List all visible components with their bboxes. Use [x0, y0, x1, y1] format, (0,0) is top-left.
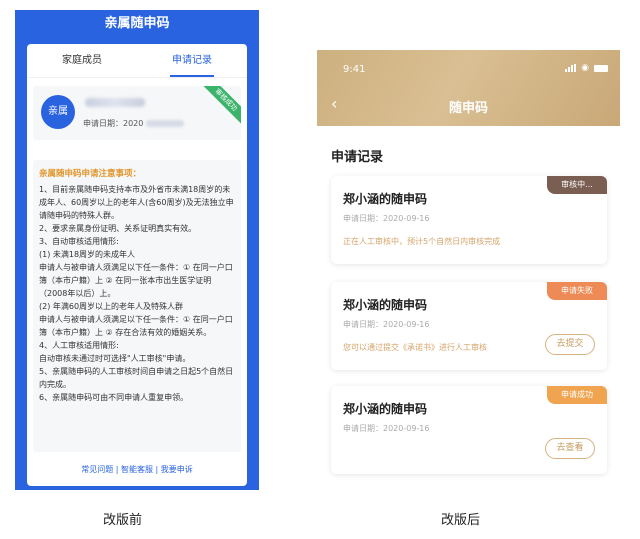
tab-application-records[interactable]: 申请记录	[137, 44, 247, 77]
record-date: 申请日期：2020-09-16	[343, 320, 430, 329]
footer-links[interactable]: 常见问题 | 智能客服 | 我要申诉	[27, 464, 247, 475]
record-date: 申请日期：2020-09-16	[343, 214, 430, 223]
wifi-icon: ◉	[581, 63, 589, 73]
notice-line: (1) 未满18周岁的未成年人	[39, 250, 136, 259]
after-screen: 9:41 ◉ ‹ 随申码 申请记录 郑小涵的随申码 申请日期：2020-09-1…	[317, 50, 620, 482]
notice-line: 自动审核未通过时可选择"人工审核"申请。	[39, 354, 191, 363]
blurred-name	[85, 98, 145, 107]
battery-icon	[594, 64, 608, 72]
blurred-date	[145, 120, 184, 127]
status-badge: 申请失败	[547, 282, 607, 300]
status-badge: 申请成功	[547, 386, 607, 404]
notice-line: 4、人工审核适用情形:	[39, 341, 119, 350]
notice-line: 申请人与被申请人须满足以下任一条件：① 在同一户口簿（本市户籍）上 ② 在同一张…	[39, 263, 233, 298]
notice-box: 亲属随申码申请注意事项： 1、目前亲属随申码支持本市及外省市未满18周岁的未成年…	[33, 160, 241, 452]
caption-before: 改版前	[103, 513, 143, 528]
notice-title: 亲属随申码申请注意事项：	[39, 169, 142, 179]
status-time: 9:41	[343, 64, 366, 75]
application-date-label: 申请日期：	[83, 119, 123, 128]
notice-line: 申请人与被申请人须满足以下任一条件：① 在同一户口簿（本市户籍）上 ② 存在合法…	[39, 315, 233, 337]
record-card[interactable]: 郑小涵的随申码 申请日期：2020-09-16 您可以通过提交《承诺书》进行人工…	[331, 282, 607, 370]
notice-line: 2、要求亲属身份证明、关系证明真实有效。	[39, 224, 197, 233]
record-date: 申请日期：2020-09-16	[343, 424, 430, 433]
record-message: 您可以通过提交《承诺书》进行人工审核	[343, 343, 487, 352]
application-date: 申请日期：2020	[83, 118, 184, 129]
comparison-canvas: 亲属随申码 家庭成员 申请记录 亲属 申请日期：2020 审核成功 亲属随申码申…	[0, 0, 640, 539]
view-button[interactable]: 去查看	[545, 438, 595, 459]
header-hero: 9:41 ◉ ‹ 随申码	[317, 50, 620, 126]
page-title: 随申码	[448, 101, 488, 116]
record-card[interactable]: 郑小涵的随申码 申请日期：2020-09-16 申请成功 去查看	[331, 386, 607, 474]
before-tabs: 家庭成员 申请记录	[27, 44, 247, 78]
before-screen: 亲属随申码 家庭成员 申请记录 亲属 申请日期：2020 审核成功 亲属随申码申…	[15, 10, 259, 490]
status-ribbon: 审核成功	[199, 86, 241, 127]
status-icons: ◉	[565, 63, 608, 73]
record-name: 郑小涵的随申码	[343, 298, 428, 312]
caption-after: 改版后	[441, 513, 481, 528]
notice-line: 3、自动审核适用情形:	[39, 237, 119, 246]
section-title: 申请记录	[331, 150, 384, 165]
signal-icon	[565, 64, 577, 72]
tab-family-members[interactable]: 家庭成员	[27, 44, 137, 77]
record-name: 郑小涵的随申码	[343, 402, 428, 416]
status-badge: 审核中...	[547, 176, 607, 194]
record-message: 正在人工审核中，预计5个自然日内审核完成	[343, 237, 501, 246]
avatar: 亲属	[41, 95, 75, 129]
before-card: 家庭成员 申请记录 亲属 申请日期：2020 审核成功 亲属随申码申请注意事项：…	[27, 44, 247, 486]
notice-line: 6、亲属随申码可由不同申请人重复申领。	[39, 393, 189, 402]
record-card[interactable]: 郑小涵的随申码 申请日期：2020-09-16 正在人工审核中，预计5个自然日内…	[331, 176, 607, 264]
record-name: 郑小涵的随申码	[343, 192, 428, 206]
before-title: 亲属随申码	[104, 16, 170, 31]
notice-line: 5、亲属随申码的人工审核时间自申请之日起5个自然日内完成。	[39, 367, 234, 389]
notice-line: 1、目前亲属随申码支持本市及外省市未满18周岁的未成年人、60周岁以上的老年人(…	[39, 185, 234, 220]
application-card[interactable]: 亲属 申请日期：2020 审核成功	[33, 86, 241, 140]
submit-button[interactable]: 去提交	[545, 334, 595, 355]
notice-line: (2) 年满60周岁以上的老年人及特殊人群	[39, 302, 184, 311]
application-date-value: 2020	[123, 119, 144, 128]
